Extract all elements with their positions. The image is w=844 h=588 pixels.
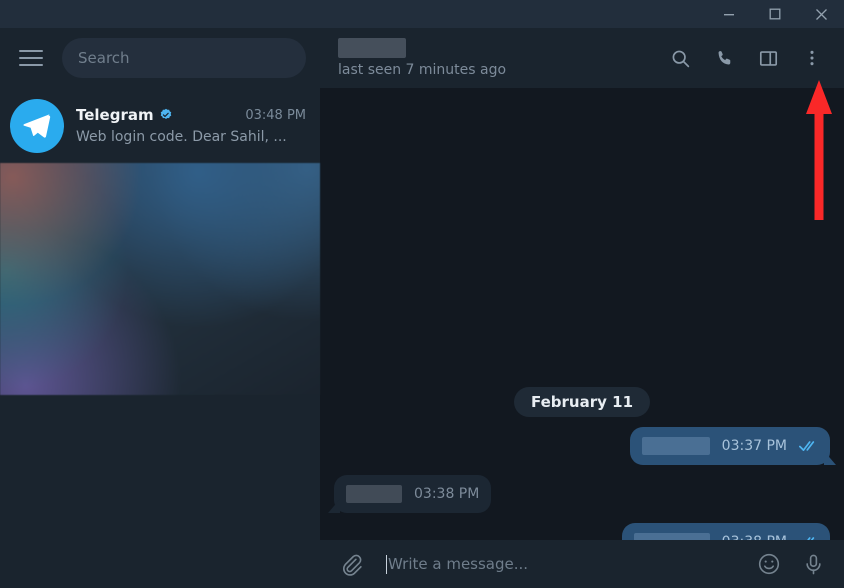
- avatar: [10, 98, 64, 153]
- message-input[interactable]: Write a message...: [378, 554, 742, 574]
- chat-name: Telegram: [76, 106, 154, 124]
- message-bubble-incoming[interactable]: 03:38 PM: [334, 475, 492, 513]
- read-ticks-icon: [799, 535, 818, 540]
- message-bubble-outgoing[interactable]: 03:38 PM: [621, 523, 830, 540]
- chat-header-actions: [662, 40, 830, 76]
- message-time: 03:38 PM: [722, 534, 787, 540]
- window-titlebar: [0, 0, 844, 28]
- annotation-arrow-icon: [806, 80, 832, 220]
- sidebar: Search Telegram 03:48 PM Web login code.…: [0, 28, 320, 588]
- message-row: 03:38 PM: [334, 475, 830, 513]
- telegram-logo-icon: [23, 113, 51, 138]
- chat-time: 03:48 PM: [245, 107, 306, 123]
- chat-panel: last seen 7 minutes ago February 11 03:3…: [320, 28, 844, 588]
- date-separator: February 11: [513, 387, 651, 417]
- message-bubble-outgoing[interactable]: 03:37 PM: [629, 427, 830, 465]
- window-body: Search Telegram 03:48 PM Web login code.…: [0, 28, 844, 588]
- message-row: 03:37 PM: [334, 427, 830, 465]
- peer-status: last seen 7 minutes ago: [338, 62, 507, 78]
- panel-toggle-icon[interactable]: [750, 40, 786, 76]
- smiley-icon[interactable]: [754, 549, 784, 579]
- search-input[interactable]: Search: [62, 38, 306, 78]
- verified-badge-icon: [159, 108, 173, 122]
- read-ticks-icon: [799, 439, 818, 453]
- composer-actions: [754, 549, 828, 579]
- message-row: 03:38 PM: [334, 523, 830, 540]
- microphone-icon[interactable]: [798, 549, 828, 579]
- hamburger-icon[interactable]: [14, 41, 48, 75]
- message-list: February 11 03:37 PM 03:38 PM: [320, 88, 844, 540]
- message-text-redacted: [346, 485, 402, 503]
- message-text-redacted: [641, 437, 710, 455]
- message-text-redacted: [633, 533, 710, 540]
- maximize-button[interactable]: [752, 0, 798, 28]
- telegram-window: Search Telegram 03:48 PM Web login code.…: [0, 0, 844, 588]
- peer-info[interactable]: last seen 7 minutes ago: [338, 38, 506, 78]
- search-icon[interactable]: [662, 40, 698, 76]
- message-time: 03:38 PM: [414, 486, 480, 502]
- list-item-meta: Telegram 03:48 PM Web login code. Dear S…: [76, 106, 306, 145]
- text-caret: [386, 554, 387, 574]
- sidebar-empty-area: [0, 395, 320, 588]
- more-menu-icon[interactable]: [794, 40, 830, 76]
- message-placeholder: Write a message...: [388, 555, 529, 573]
- date-separator-wrap: February 11: [334, 387, 830, 417]
- message-time: 03:37 PM: [721, 438, 787, 454]
- paperclip-icon[interactable]: [336, 549, 366, 579]
- chat-preview: Web login code. Dear Sahil, ...: [76, 129, 287, 145]
- message-composer: Write a message...: [320, 540, 844, 588]
- peer-name-redacted: [338, 38, 406, 58]
- image-preview[interactable]: [0, 163, 320, 395]
- sidebar-toolbar: Search: [0, 28, 320, 88]
- list-item[interactable]: Telegram 03:48 PM Web login code. Dear S…: [0, 88, 320, 163]
- minimize-button[interactable]: [706, 0, 752, 28]
- search-placeholder: Search: [78, 49, 130, 67]
- close-button[interactable]: [798, 0, 844, 28]
- chat-header: last seen 7 minutes ago: [320, 28, 844, 88]
- phone-icon[interactable]: [706, 40, 742, 76]
